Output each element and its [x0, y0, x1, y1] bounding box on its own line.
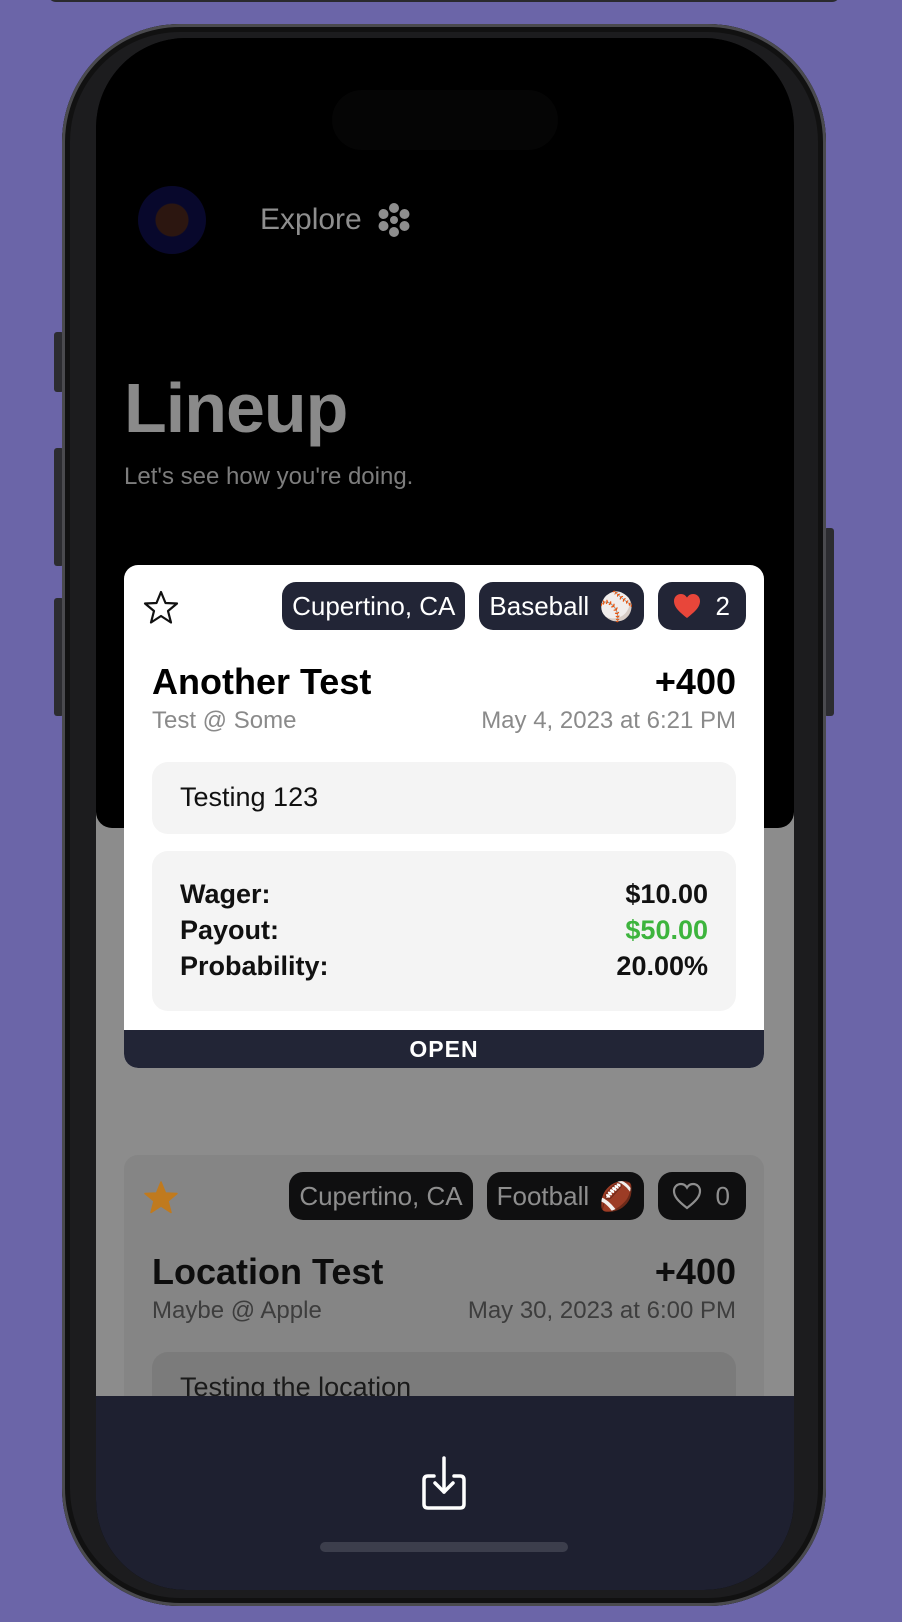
heart-icon	[672, 1182, 702, 1210]
home-indicator[interactable]	[320, 1542, 568, 1552]
star-icon[interactable]	[142, 589, 180, 627]
page-subtitle: Let's see how you're doing.	[124, 463, 414, 490]
like-count: 0	[715, 1180, 730, 1211]
sport-chip[interactable]: Baseball ⚾	[479, 582, 644, 630]
payout-label: Payout:	[180, 915, 280, 945]
bet-odds: +400	[654, 1251, 736, 1292]
sport-label: Football	[496, 1180, 590, 1211]
location-label: Cupertino, CA	[299, 1180, 463, 1211]
wager-row: Wager: $10.00	[180, 879, 708, 915]
like-button[interactable]: 2	[658, 582, 746, 630]
football-icon: 🏈	[599, 1179, 634, 1213]
like-count: 2	[715, 590, 730, 621]
dynamic-island	[332, 90, 558, 150]
bet-matchup: Maybe @ Apple	[152, 1297, 322, 1324]
baseball-icon: ⚾	[599, 589, 634, 623]
location-chip[interactable]: Cupertino, CA	[289, 1172, 473, 1220]
wager-label: Wager:	[180, 879, 271, 909]
star-icon[interactable]	[142, 1179, 180, 1217]
payout-row: Payout: $50.00	[180, 915, 708, 951]
location-chip[interactable]: Cupertino, CA	[282, 582, 466, 630]
bottom-toolbar	[96, 1396, 794, 1590]
card-chips: Cupertino, CA Baseball ⚾ 2	[282, 582, 746, 630]
bet-title: Location Test	[152, 1251, 384, 1292]
avatar[interactable]	[138, 186, 206, 254]
card-header: Cupertino, CA Football 🏈 0	[124, 1155, 764, 1239]
sport-chip[interactable]: Football 🏈	[486, 1172, 644, 1220]
explore-button[interactable]: Explore	[260, 198, 412, 242]
bet-title: Another Test	[152, 661, 372, 702]
bet-date: May 4, 2023 at 6:21 PM	[481, 707, 736, 734]
flower-dots-icon	[378, 203, 410, 237]
bet-card[interactable]: Cupertino, CA Baseball ⚾ 2 Another Test …	[124, 565, 764, 1068]
payout-value: $50.00	[625, 915, 708, 945]
card-chips: Cupertino, CA Football 🏈 0	[289, 1172, 746, 1220]
sport-label: Baseball	[489, 590, 590, 621]
wager-value: $10.00	[625, 879, 708, 909]
bet-description: Testing 123	[152, 762, 736, 834]
phone-screen: Explore Lineup Let's see how you're doin…	[96, 38, 794, 1590]
location-label: Cupertino, CA	[292, 590, 456, 621]
bet-stats: Wager: $10.00 Payout: $50.00 Probability…	[152, 851, 736, 1011]
probability-value: 20.00%	[616, 951, 708, 981]
page-title: Lineup	[124, 369, 348, 447]
heart-icon	[674, 594, 700, 618]
bet-date: May 30, 2023 at 6:00 PM	[467, 1297, 736, 1324]
explore-label: Explore	[260, 203, 362, 236]
probability-label: Probability:	[180, 951, 329, 981]
window-edge	[48, 0, 840, 2]
download-share-icon[interactable]	[414, 1452, 474, 1512]
bet-odds: +400	[654, 661, 736, 702]
probability-row: Probability: 20.00%	[180, 951, 708, 987]
status-badge: OPEN	[124, 1030, 764, 1068]
card-header: Cupertino, CA Baseball ⚾ 2	[124, 565, 764, 649]
like-button[interactable]: 0	[658, 1172, 746, 1220]
bet-matchup: Test @ Some	[152, 707, 297, 734]
